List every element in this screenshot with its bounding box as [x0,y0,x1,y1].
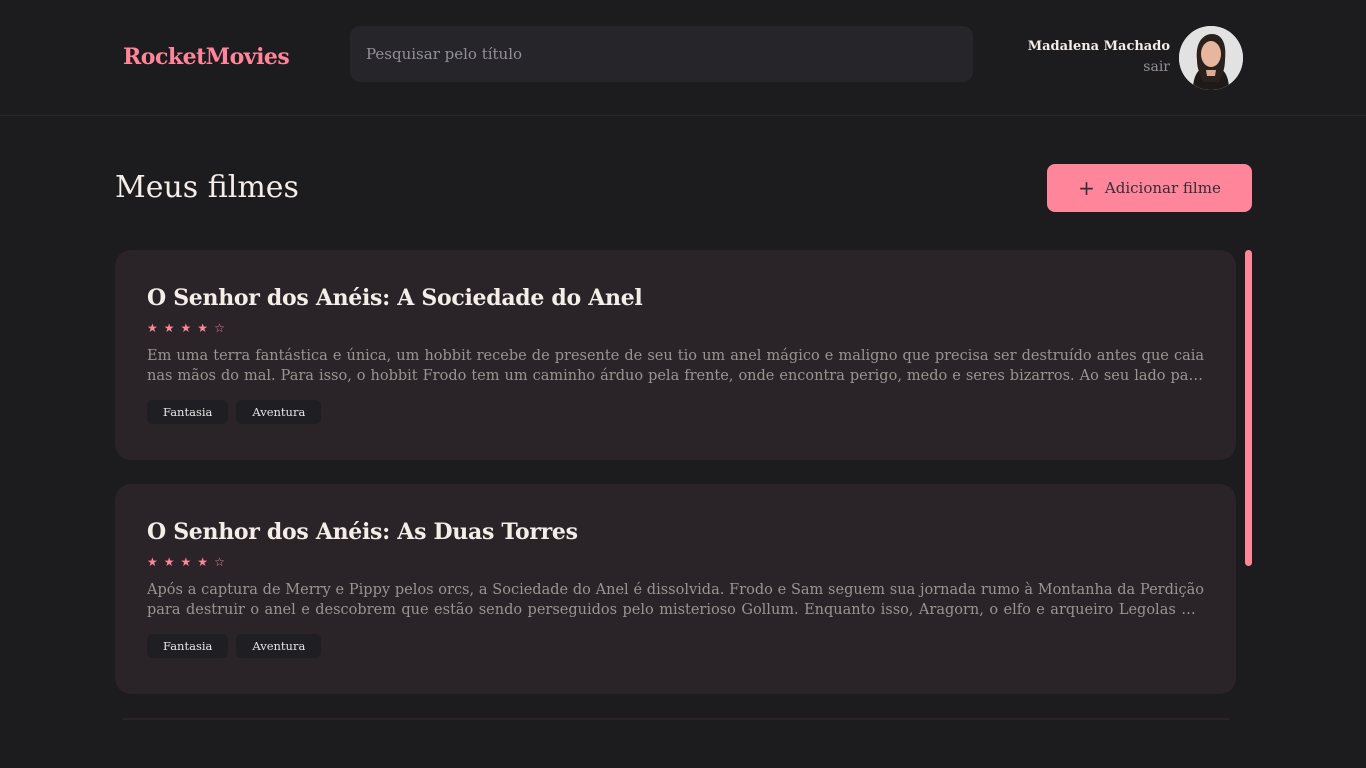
star-empty-icon: ☆ [214,555,225,569]
logo[interactable]: RocketMovies [123,44,290,70]
search-input[interactable] [350,26,973,82]
scrollbar-thumb[interactable] [1245,250,1252,566]
movie-tags: Fantasia Aventura [147,400,1204,424]
movie-list: O Senhor dos Anéis: A Sociedade do Anel … [115,250,1237,720]
movie-description: Em uma terra fantástica e única, um hobb… [147,348,1204,384]
profile-name: Madalena Machado [1027,39,1170,54]
movie-title: O Senhor dos Anéis: As Duas Torres [147,519,578,545]
movie-description: Após a captura de Merry e Pippy pelos or… [147,582,1204,618]
star-filled-icon: ★ [163,555,175,569]
tag: Fantasia [147,400,229,424]
star-filled-icon: ★ [147,555,158,569]
app-header: RocketMovies Madalena Machado sair [0,0,1366,116]
movie-title: O Senhor dos Anéis: A Sociedade do Anel [147,285,643,311]
tag: Fantasia [147,634,229,658]
add-movie-button[interactable]: + Adicionar filme [1047,164,1252,212]
profile-info: Madalena Machado sair [1028,38,1170,78]
movie-card[interactable]: O Senhor dos Anéis: As Duas Torres ★ ★ ★ ★ ☆… [115,484,1236,694]
star-filled-icon: ★ [163,321,175,335]
star-filled-icon: ★ [180,555,192,569]
add-movie-label: Adicionar filme [1104,179,1221,197]
star-filled-icon: ★ [180,321,192,335]
avatar[interactable] [1179,26,1243,90]
plus-icon: + [1078,176,1095,200]
star-filled-icon: ★ [197,321,209,335]
tag: Aventura [236,634,322,658]
tag: Aventura [236,400,322,424]
star-empty-icon: ☆ [214,321,225,335]
star-filled-icon: ★ [197,555,209,569]
logout-link[interactable]: sair [1028,56,1170,78]
avatar-image [1179,26,1243,90]
rating-stars: ★ ★ ★ ★ ☆ [147,320,1204,336]
page-title: Meus filmes [115,170,299,205]
movie-card-partial[interactable] [121,718,1231,720]
star-filled-icon: ★ [147,321,158,335]
rating-stars: ★ ★ ★ ★ ☆ [147,554,1204,570]
movie-tags: Fantasia Aventura [147,634,1204,658]
movie-card[interactable]: O Senhor dos Anéis: A Sociedade do Anel … [115,250,1236,460]
